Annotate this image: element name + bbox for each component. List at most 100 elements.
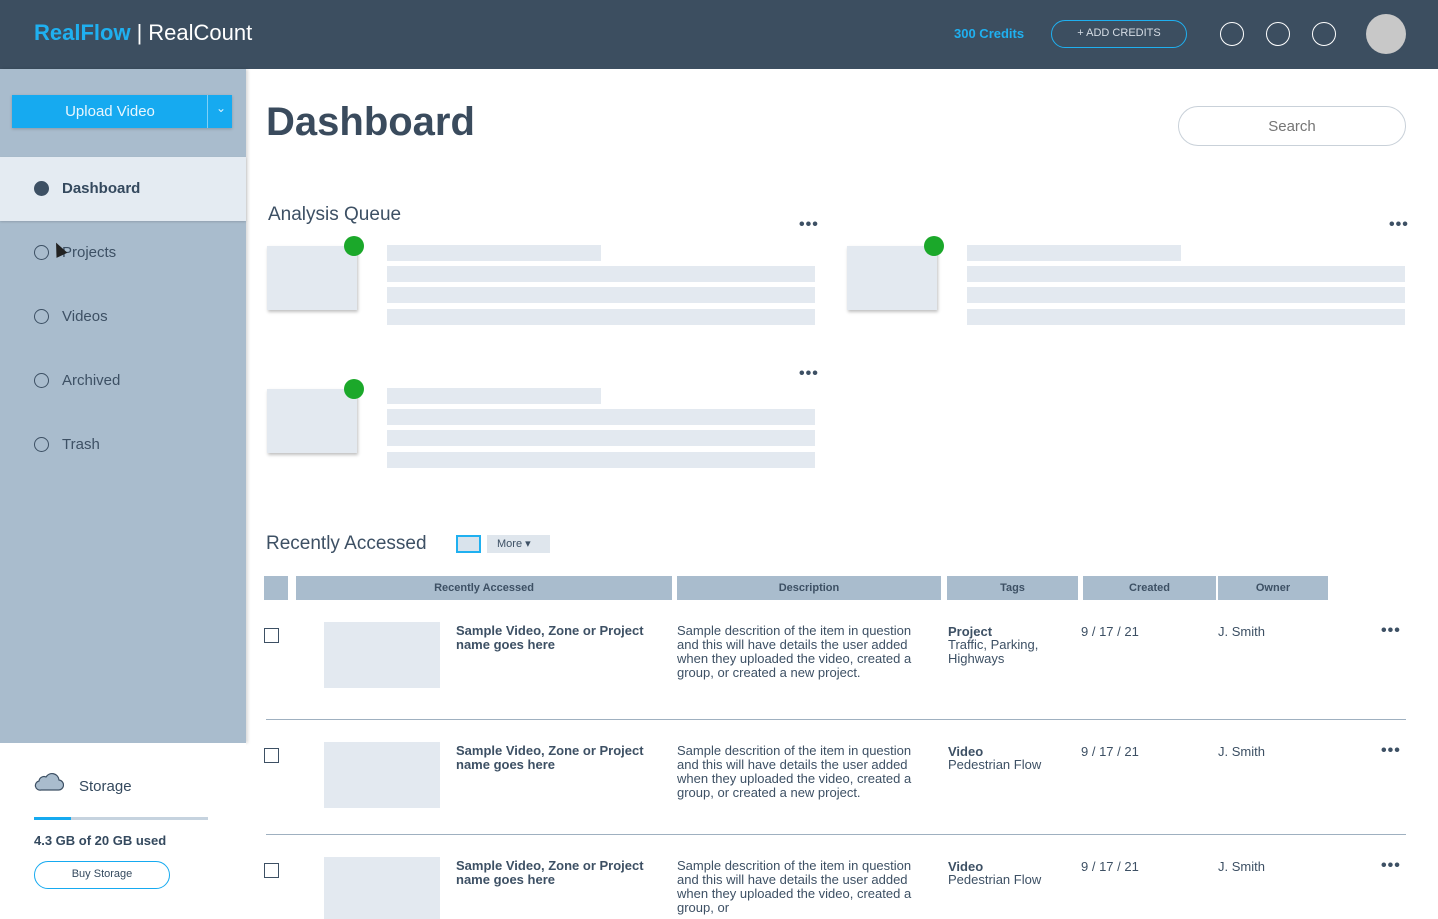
- column-header-created[interactable]: Created: [1083, 576, 1216, 600]
- placeholder-line: [387, 409, 815, 425]
- row-more-button[interactable]: •••: [1381, 622, 1401, 640]
- placeholder-line: [967, 266, 1405, 282]
- storage-used-text: 4.3 GB of 20 GB used: [34, 833, 167, 848]
- row-tags: Traffic, Parking, Highways: [948, 637, 1039, 666]
- row-name[interactable]: Sample Video, Zone or Project name goes …: [456, 624, 666, 652]
- nav-dot-icon: [34, 181, 49, 196]
- column-header-tags[interactable]: Tags: [947, 576, 1078, 600]
- brand-separator: |: [136, 20, 143, 45]
- sidebar-item-projects[interactable]: Projects: [0, 221, 246, 285]
- table-row[interactable]: Sample Video, Zone or Project name goes …: [264, 734, 1406, 850]
- sidebar-item-label: Videos: [62, 308, 108, 325]
- row-divider: [266, 834, 1406, 835]
- sidebar-item-label: Trash: [62, 436, 100, 453]
- sidebar-item-dashboard[interactable]: Dashboard: [0, 157, 246, 221]
- row-created: 9 / 17 / 21: [1081, 859, 1139, 874]
- queue-card[interactable]: [267, 379, 815, 503]
- placeholder-line: [387, 245, 601, 261]
- row-owner: J. Smith: [1218, 624, 1265, 639]
- row-more-button[interactable]: •••: [1381, 857, 1401, 875]
- row-owner: J. Smith: [1218, 859, 1265, 874]
- row-checkbox[interactable]: [264, 863, 279, 878]
- storage-panel: Storage 4.3 GB of 20 GB used Buy Storage: [0, 743, 246, 919]
- status-indicator: [344, 379, 364, 399]
- queue-more-button[interactable]: •••: [1389, 216, 1409, 234]
- sidebar-item-label: Archived: [62, 372, 121, 389]
- row-thumbnail[interactable]: [324, 622, 440, 688]
- row-created: 9 / 17 / 21: [1081, 624, 1139, 639]
- row-name[interactable]: Sample Video, Zone or Project name goes …: [456, 744, 666, 772]
- view-toggle-button[interactable]: [456, 535, 481, 553]
- header-icon-2[interactable]: [1266, 22, 1290, 46]
- placeholder-line: [967, 287, 1405, 303]
- placeholder-line: [387, 452, 815, 468]
- sidebar-item-label: Projects: [62, 244, 117, 261]
- row-description: Sample descrition of the item in questio…: [677, 858, 912, 915]
- nav-dot-icon: [34, 309, 49, 324]
- row-checkbox[interactable]: [264, 748, 279, 763]
- select-all-header[interactable]: [264, 576, 288, 600]
- header-icon-3[interactable]: [1312, 22, 1336, 46]
- search-input[interactable]: [1178, 106, 1406, 146]
- queue-thumbnail: [847, 246, 937, 310]
- column-header-owner[interactable]: Owner: [1218, 576, 1328, 600]
- placeholder-line: [387, 309, 815, 325]
- placeholder-line: [967, 309, 1405, 325]
- header-icon-1[interactable]: [1220, 22, 1244, 46]
- row-description: Sample descrition of the item in questio…: [677, 743, 912, 800]
- table-row[interactable]: Sample Video, Zone or Project name goes …: [264, 849, 1406, 919]
- row-thumbnail[interactable]: [324, 742, 440, 808]
- avatar[interactable]: [1366, 14, 1406, 54]
- brand-primary: RealFlow: [34, 20, 131, 45]
- placeholder-line: [387, 287, 815, 303]
- add-credits-button[interactable]: + ADD CREDITS: [1051, 20, 1187, 48]
- row-name[interactable]: Sample Video, Zone or Project name goes …: [456, 859, 666, 887]
- queue-thumbnail: [267, 246, 357, 310]
- storage-progress-fill: [34, 817, 72, 820]
- top-bar: RealFlow | RealCount 300 Credits + ADD CRE…: [0, 0, 1438, 69]
- row-tags: Pedestrian Flow: [948, 872, 1042, 887]
- placeholder-line: [387, 266, 815, 282]
- sidebar-item-trash[interactable]: Trash: [0, 413, 246, 477]
- storage-progress-bar: [34, 817, 208, 820]
- row-created: 9 / 17 / 21: [1081, 744, 1139, 759]
- storage-label: Storage: [79, 778, 132, 795]
- recently-accessed-title: Recently Accessed: [266, 533, 427, 554]
- sidebar-item-label: Dashboard: [62, 180, 141, 197]
- sidebar-item-archived[interactable]: Archived: [0, 349, 246, 413]
- queue-thumbnail: [267, 389, 357, 453]
- row-description: Sample descrition of the item in questio…: [677, 623, 912, 680]
- row-tags: Pedestrian Flow: [948, 757, 1042, 772]
- queue-more-button[interactable]: •••: [799, 216, 819, 234]
- nav-dot-icon: [34, 437, 49, 452]
- upload-video-button[interactable]: Upload Video ⌄: [12, 95, 232, 128]
- credits-count: 300 Credits: [954, 26, 1025, 41]
- status-indicator: [924, 236, 944, 256]
- column-header-recent[interactable]: Recently Accessed: [296, 576, 672, 600]
- status-indicator: [344, 236, 364, 256]
- table-row[interactable]: Sample Video, Zone or Project name goes …: [264, 614, 1406, 730]
- row-thumbnail[interactable]: [324, 857, 440, 919]
- nav-dot-icon: [34, 245, 49, 260]
- upload-video-label: Upload Video: [65, 103, 155, 120]
- chevron-down-icon[interactable]: ⌄: [216, 101, 226, 115]
- row-more-button[interactable]: •••: [1381, 742, 1401, 760]
- buy-storage-button[interactable]: Buy Storage: [34, 861, 170, 889]
- split-divider: [207, 95, 208, 128]
- queue-more-button[interactable]: •••: [799, 365, 819, 383]
- row-owner: J. Smith: [1218, 744, 1265, 759]
- row-divider: [266, 719, 1406, 720]
- column-header-description[interactable]: Description: [677, 576, 941, 600]
- queue-card[interactable]: [847, 236, 1405, 360]
- placeholder-line: [967, 245, 1181, 261]
- brand-secondary: RealCount: [148, 20, 253, 45]
- more-dropdown[interactable]: More ▾: [487, 535, 550, 553]
- sidebar-item-videos[interactable]: Videos: [0, 285, 246, 349]
- row-checkbox[interactable]: [264, 628, 279, 643]
- brand-logo[interactable]: RealFlow | RealCount: [34, 20, 252, 46]
- analysis-queue-title: Analysis Queue: [268, 204, 402, 225]
- placeholder-line: [387, 388, 601, 404]
- nav-dot-icon: [34, 373, 49, 388]
- placeholder-line: [387, 430, 815, 446]
- queue-card[interactable]: [267, 236, 815, 360]
